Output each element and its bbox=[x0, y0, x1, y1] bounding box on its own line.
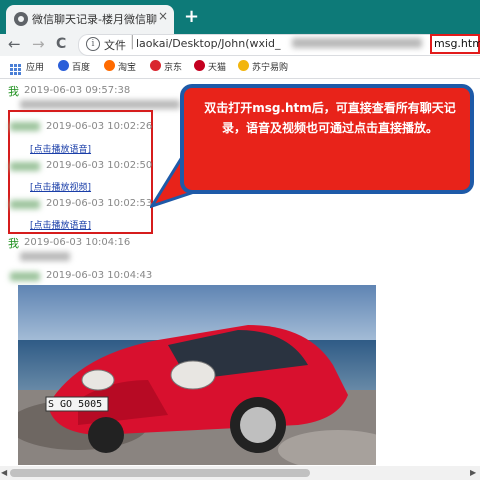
message-sender: 我 bbox=[8, 85, 19, 98]
message-content-redacted bbox=[20, 252, 70, 261]
message-time: 2019-06-03 10:02:50 bbox=[46, 160, 153, 171]
contact-name-redacted bbox=[10, 272, 40, 281]
new-tab-button[interactable]: + bbox=[184, 6, 199, 27]
message-time: 2019-06-03 10:02:26 bbox=[46, 121, 153, 132]
apps-grid-icon[interactable] bbox=[10, 60, 21, 75]
bookmark-jd[interactable]: 京东 bbox=[164, 60, 182, 73]
bookmark-suning[interactable]: 苏宁易购 bbox=[252, 60, 288, 73]
play-voice-link[interactable]: [点击播放语音] bbox=[30, 142, 91, 155]
globe-icon bbox=[14, 12, 28, 26]
baidu-icon bbox=[58, 60, 69, 71]
message-time: 2019-06-03 10:04:43 bbox=[46, 270, 153, 281]
scroll-left-arrow[interactable]: ◀ bbox=[1, 468, 7, 477]
bookmark-taobao[interactable]: 淘宝 bbox=[118, 60, 136, 73]
url-filename: msg.htm bbox=[434, 37, 480, 50]
reload-button[interactable]: C bbox=[56, 36, 66, 52]
message-time: 2019-06-03 10:02:53 bbox=[46, 198, 153, 209]
tmall-icon bbox=[194, 60, 205, 71]
message-sender: 我 bbox=[8, 237, 19, 250]
message-time: 2019-06-03 09:57:38 bbox=[24, 85, 131, 96]
tab-close-button[interactable]: × bbox=[158, 9, 168, 23]
scrollbar-thumb[interactable] bbox=[10, 469, 310, 477]
back-button[interactable]: ← bbox=[8, 35, 21, 53]
contact-name-redacted bbox=[10, 162, 40, 171]
play-voice-link[interactable]: [点击播放语音] bbox=[30, 218, 91, 231]
callout-text: 双击打开msg.htm后，可直接查看所有聊天记录，语音及视频也可通过点击直接播放… bbox=[204, 101, 456, 135]
taobao-icon bbox=[104, 60, 115, 71]
url-redacted bbox=[292, 38, 422, 48]
contact-name-redacted bbox=[10, 122, 40, 131]
license-plate: S GO 5005 bbox=[48, 399, 103, 410]
url-separator: | bbox=[130, 34, 135, 50]
message-content-redacted bbox=[20, 100, 180, 109]
url-scheme: 文件 bbox=[104, 39, 126, 52]
bookmark-apps[interactable]: 应用 bbox=[26, 60, 44, 73]
message-time: 2019-06-03 10:04:16 bbox=[24, 237, 131, 248]
car-photo[interactable] bbox=[8, 285, 398, 470]
bookmark-tmall[interactable]: 天猫 bbox=[208, 60, 226, 73]
info-icon[interactable]: i bbox=[86, 37, 100, 51]
bookmark-baidu[interactable]: 百度 bbox=[72, 60, 90, 73]
tab-title: 微信聊天记录-楼月微信聊天记录 bbox=[32, 13, 157, 26]
forward-button[interactable]: → bbox=[32, 35, 45, 53]
scroll-right-arrow[interactable]: ▶ bbox=[470, 468, 476, 477]
play-video-link[interactable]: [点击播放视频] bbox=[30, 180, 91, 193]
suning-icon bbox=[238, 60, 249, 71]
jd-icon bbox=[150, 60, 161, 71]
contact-name-redacted bbox=[10, 200, 40, 209]
